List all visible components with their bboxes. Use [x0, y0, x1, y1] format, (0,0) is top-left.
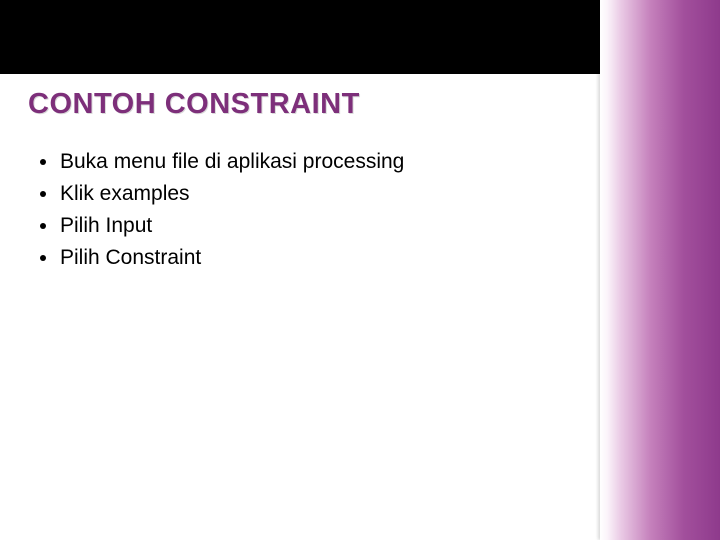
bullet-icon — [40, 244, 60, 272]
list-item-text: Buka menu file di aplikasi processing — [60, 148, 404, 176]
list-item-text: Klik examples — [60, 180, 190, 208]
slide-title: CONTOH CONSTRAINT — [28, 88, 360, 121]
bullet-icon — [40, 148, 60, 176]
right-gradient-bar — [600, 0, 720, 540]
list-item: Klik examples — [40, 180, 560, 208]
bullet-list: Buka menu file di aplikasi processing Kl… — [40, 148, 560, 276]
list-item: Pilih Input — [40, 212, 560, 240]
list-item: Pilih Constraint — [40, 244, 560, 272]
list-item: Buka menu file di aplikasi processing — [40, 148, 560, 176]
bullet-icon — [40, 180, 60, 208]
slide: CONTOH CONSTRAINT Buka menu file di apli… — [0, 0, 720, 540]
list-item-text: Pilih Constraint — [60, 244, 201, 272]
list-item-text: Pilih Input — [60, 212, 152, 240]
bullet-icon — [40, 212, 60, 240]
